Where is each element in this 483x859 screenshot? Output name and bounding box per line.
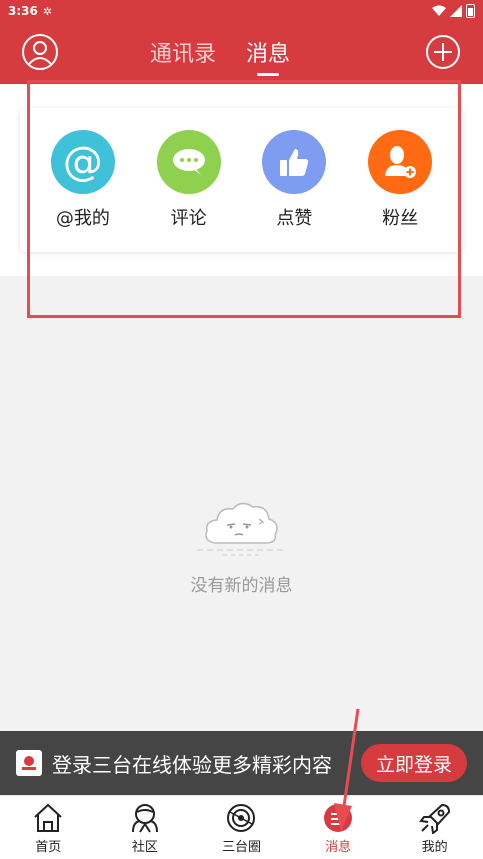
nav-label: 三台圈 [221,840,261,855]
at-icon: @ [50,130,115,194]
header-tabs: 通讯录 消息 [150,36,290,72]
category-card: @ @我的 评论 点赞 粉丝 [20,108,463,252]
thumbs-up-icon [262,130,327,194]
nav-circle[interactable]: 三台圈 [193,796,290,859]
battery-icon [466,4,475,18]
login-banner: 登录三台在线体验更多精彩内容 立即登录 [0,731,483,795]
tab-messages[interactable]: 消息 [246,36,290,72]
home-icon [34,803,62,832]
circle-icon [227,804,256,832]
category-comments[interactable]: 评论 [144,130,234,230]
category-label: 评论 [170,208,207,229]
rocket-icon [418,803,450,834]
cloud-face-icon [196,502,287,556]
nav-label: 消息 [325,840,352,855]
status-bar: 3:36 ✲ [0,0,483,22]
status-time: 3:36 [8,4,38,18]
nav-mine[interactable]: 我的 [386,796,483,859]
signal-icon [450,5,462,17]
category-likes[interactable]: 点赞 [249,130,339,230]
nav-label: 社区 [131,840,158,855]
wifi-icon [432,5,446,16]
nav-community[interactable]: 社区 [97,796,194,859]
status-icons [432,4,475,18]
message-icon [324,804,353,832]
bottom-nav: 首页 社区 三台圈 消息 我的 [0,795,483,859]
category-label: 点赞 [276,208,313,229]
category-at-me[interactable]: @ @我的 [38,130,128,230]
login-banner-text: 登录三台在线体验更多精彩内容 [52,752,332,777]
user-circle-icon[interactable] [21,33,59,71]
nav-home[interactable]: 首页 [0,796,97,859]
nav-label: 我的 [421,840,448,855]
app-logo-icon [16,750,42,776]
add-follower-icon [368,130,433,194]
category-label: @我的 [55,208,110,229]
category-label: 粉丝 [382,208,419,229]
header: 通讯录 消息 [0,22,483,84]
empty-state: 没有新的消息 [0,495,483,596]
empty-message: 没有新的消息 [190,576,293,596]
category-followers[interactable]: 粉丝 [355,130,445,230]
plus-circle-icon[interactable] [424,33,462,71]
settings-status-icon: ✲ [42,4,53,18]
nav-label: 首页 [35,840,62,855]
tab-contacts[interactable]: 通讯录 [150,36,216,72]
community-icon [131,804,158,833]
login-button[interactable]: 立即登录 [361,744,467,782]
comment-icon [156,130,221,194]
nav-messages[interactable]: 消息 [290,796,387,859]
